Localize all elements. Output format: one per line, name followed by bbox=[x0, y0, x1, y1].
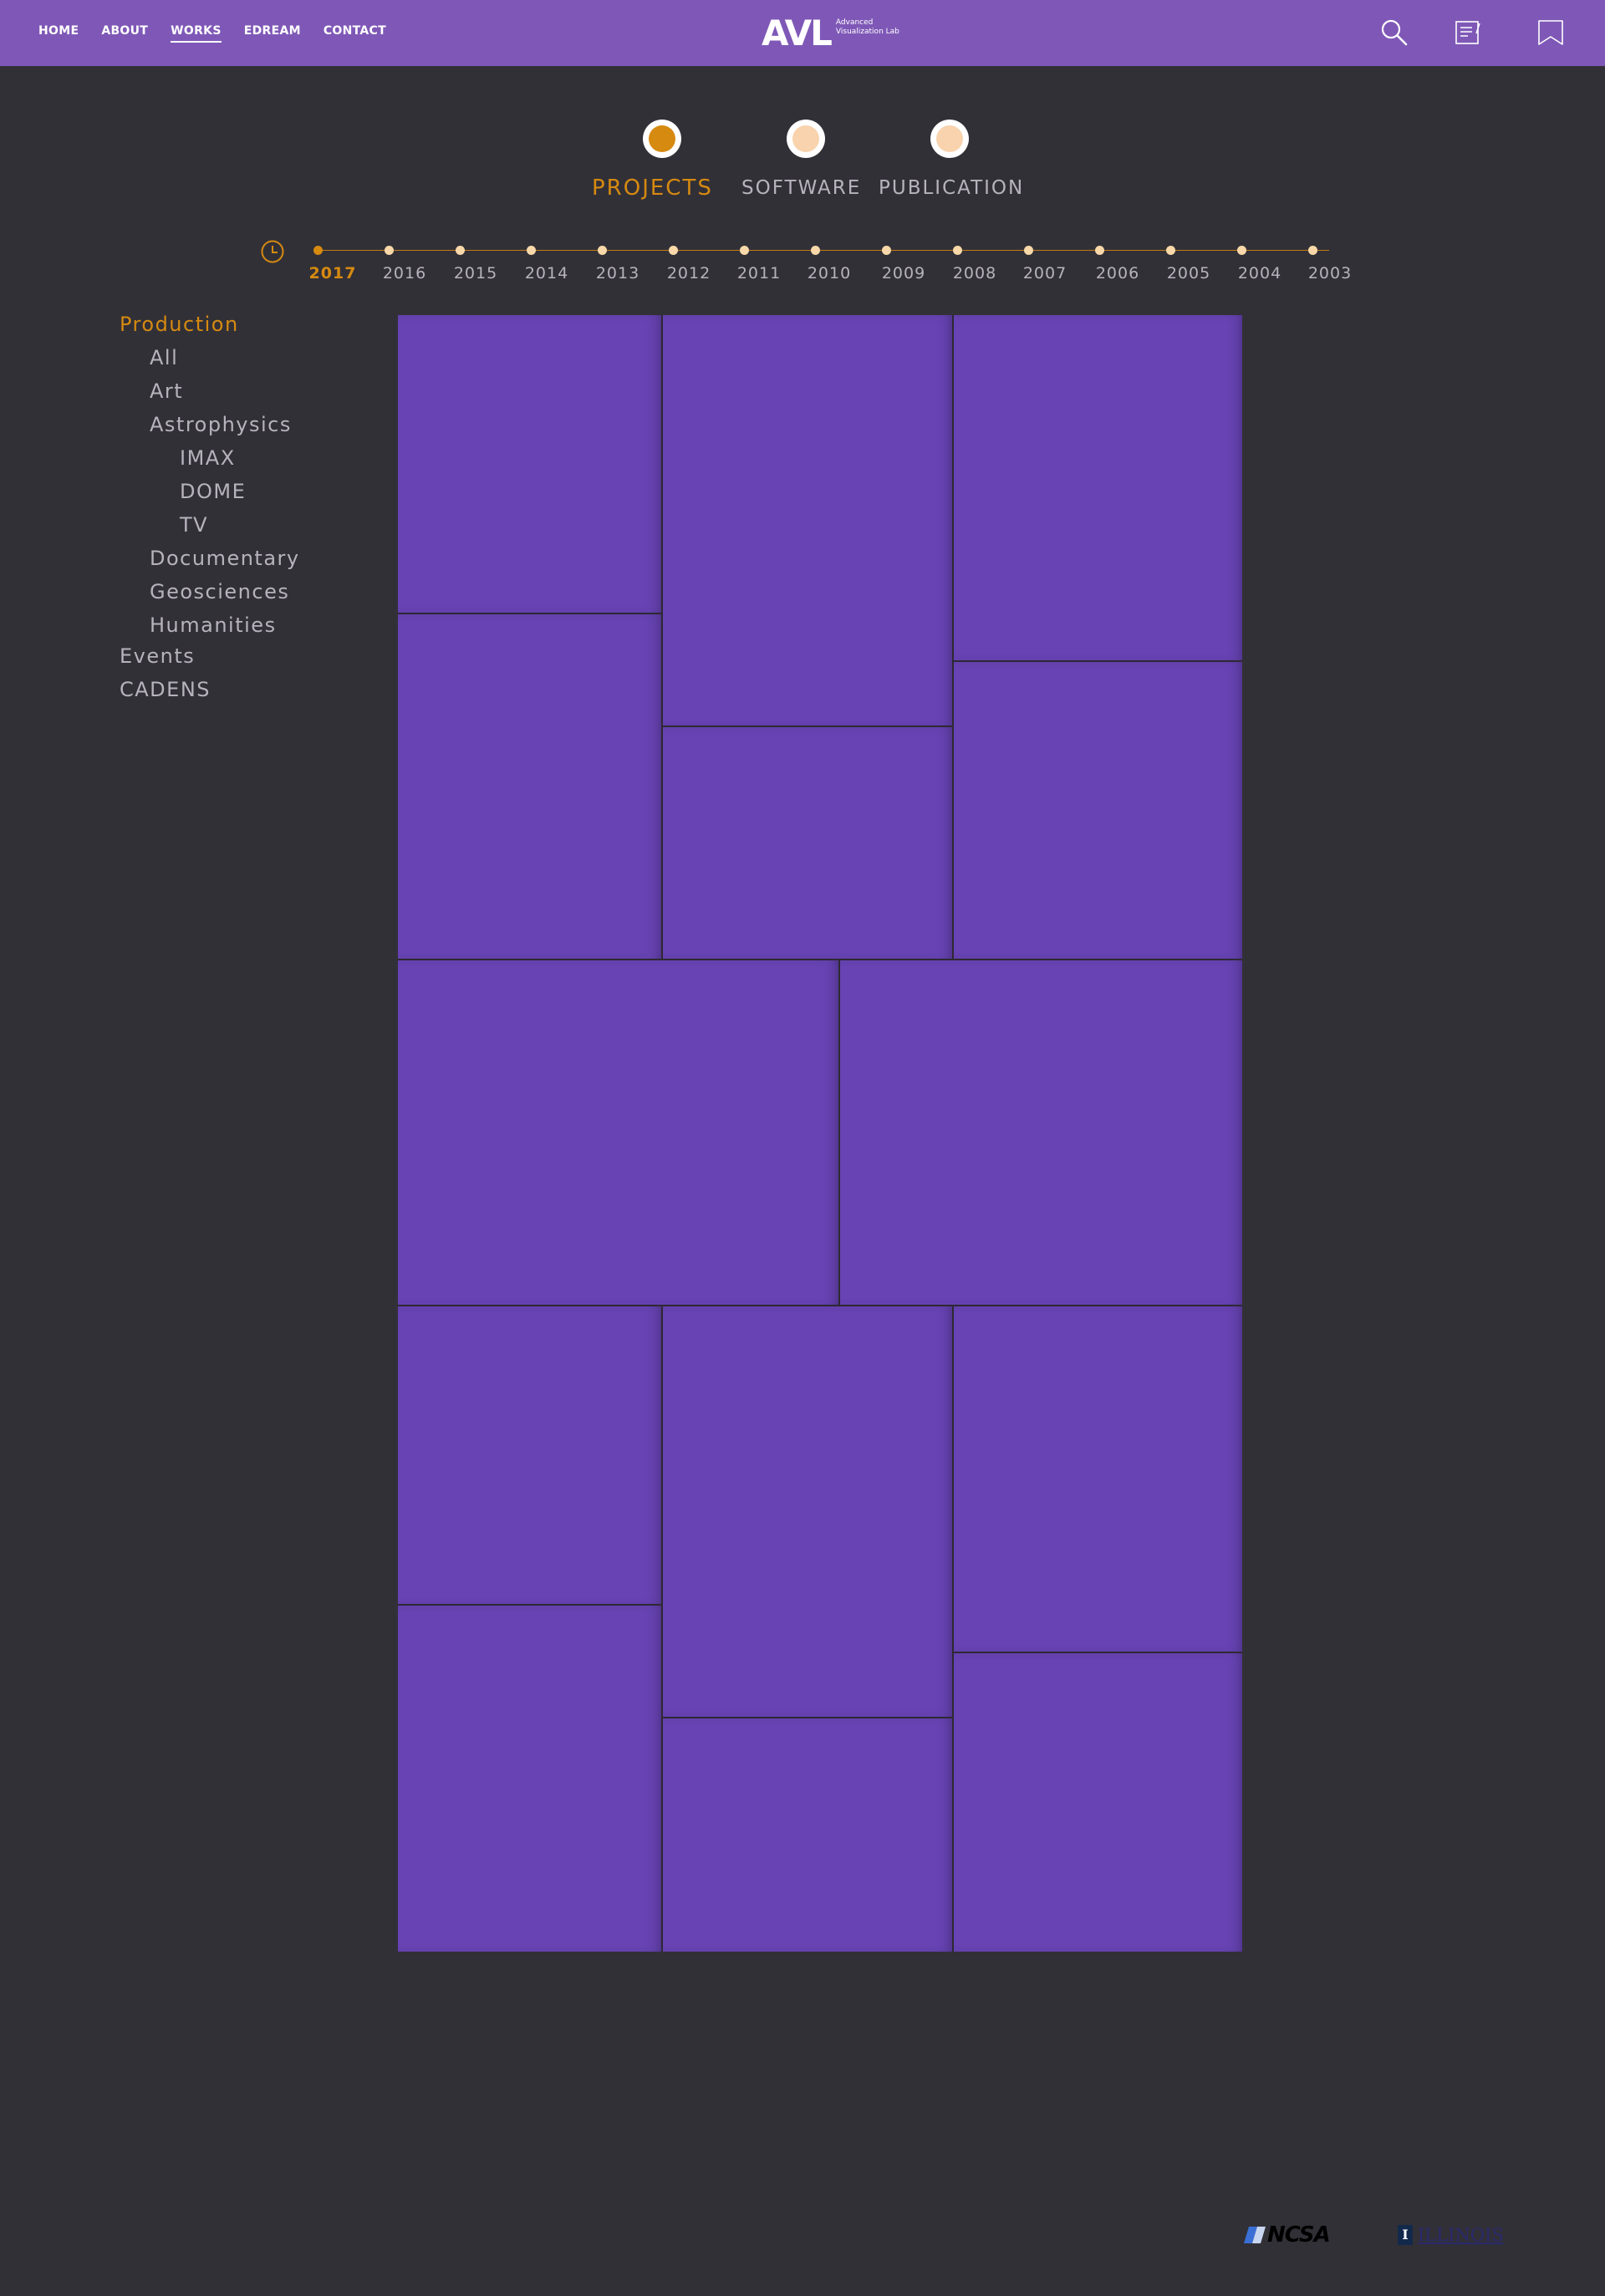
timeline-year-2016[interactable]: 2016 bbox=[375, 264, 434, 283]
project-tile[interactable] bbox=[954, 1306, 1242, 1652]
sidebar-item-geosciences[interactable]: Geosciences bbox=[150, 580, 289, 603]
project-grid bbox=[398, 315, 1242, 1952]
projects-dot[interactable] bbox=[643, 120, 681, 158]
clock-icon bbox=[261, 240, 284, 263]
timeline-track bbox=[318, 250, 1329, 251]
timeline-dot-2007[interactable] bbox=[1024, 246, 1033, 255]
sidebar-item-humanities[interactable]: Humanities bbox=[150, 613, 277, 637]
tab-projects[interactable]: PROJECTS bbox=[592, 176, 713, 201]
sidebar-item-all[interactable]: All bbox=[150, 346, 178, 369]
ncsa-mark-icon bbox=[1244, 2227, 1266, 2243]
logo-subtitle-line1: Advanced bbox=[835, 18, 874, 27]
sidebar-item-production[interactable]: Production bbox=[120, 313, 239, 336]
sidebar-item-astrophysics[interactable]: Astrophysics bbox=[150, 413, 292, 436]
timeline-year-2013[interactable]: 2013 bbox=[588, 264, 647, 283]
timeline-year-2015[interactable]: 2015 bbox=[446, 264, 505, 283]
timeline-dot-2006[interactable] bbox=[1095, 246, 1104, 255]
project-tile[interactable] bbox=[398, 614, 661, 959]
sidebar-item-imax[interactable]: IMAX bbox=[180, 446, 236, 470]
timeline-dot-2009[interactable] bbox=[882, 246, 891, 255]
project-tile[interactable] bbox=[663, 315, 952, 725]
timeline-year-2007[interactable]: 2007 bbox=[1016, 264, 1074, 283]
timeline-dot-2017[interactable] bbox=[313, 246, 323, 255]
nav-contact[interactable]: CONTACT bbox=[324, 24, 386, 43]
bookmark-icon[interactable] bbox=[1536, 18, 1565, 47]
timeline-year-2014[interactable]: 2014 bbox=[517, 264, 576, 283]
project-tile[interactable] bbox=[398, 1606, 661, 1952]
timeline-dot-2016[interactable] bbox=[385, 246, 394, 255]
project-tile[interactable] bbox=[663, 1718, 952, 1952]
notes-icon[interactable] bbox=[1455, 18, 1483, 47]
project-tile[interactable] bbox=[663, 1306, 952, 1717]
tab-software[interactable]: SOFTWARE bbox=[741, 177, 861, 199]
project-tile[interactable] bbox=[398, 315, 661, 613]
illinois-block-i-icon: I bbox=[1398, 2225, 1413, 2245]
timeline-dot-2003[interactable] bbox=[1308, 246, 1317, 255]
timeline-dot-2014[interactable] bbox=[527, 246, 536, 255]
timeline-dot-2015[interactable] bbox=[456, 246, 465, 255]
sidebar-item-documentary[interactable]: Documentary bbox=[150, 547, 300, 570]
sidebar-item-art[interactable]: Art bbox=[150, 379, 183, 403]
project-tile[interactable] bbox=[398, 1306, 661, 1604]
nav-edream[interactable]: EDREAM bbox=[244, 24, 301, 43]
nav-home[interactable]: HOME bbox=[38, 24, 79, 43]
sidebar-item-events[interactable]: Events bbox=[120, 644, 195, 668]
project-tile[interactable] bbox=[954, 662, 1242, 959]
top-navigation-bar: HOME ABOUT WORKS EDREAM CONTACT AVL Adva… bbox=[0, 0, 1605, 66]
timeline-year-2008[interactable]: 2008 bbox=[945, 264, 1004, 283]
timeline-year-2017[interactable]: 2017 bbox=[303, 264, 362, 283]
sidebar-item-tv[interactable]: TV bbox=[180, 513, 208, 537]
timeline-dot-2005[interactable] bbox=[1166, 246, 1175, 255]
main-nav: HOME ABOUT WORKS EDREAM CONTACT bbox=[38, 24, 409, 43]
project-tile[interactable] bbox=[398, 960, 838, 1305]
ncsa-wordmark: NCSA bbox=[1267, 2222, 1331, 2248]
publication-dot[interactable] bbox=[930, 120, 969, 158]
tab-publication[interactable]: PUBLICATION bbox=[879, 177, 1024, 199]
timeline-year-2006[interactable]: 2006 bbox=[1088, 264, 1147, 283]
nav-about[interactable]: ABOUT bbox=[101, 24, 148, 43]
timeline-year-2012[interactable]: 2012 bbox=[660, 264, 718, 283]
timeline-year-2010[interactable]: 2010 bbox=[800, 264, 859, 283]
timeline-dot-2011[interactable] bbox=[740, 246, 749, 255]
nav-works[interactable]: WORKS bbox=[171, 24, 222, 43]
software-dot[interactable] bbox=[787, 120, 825, 158]
project-tile[interactable] bbox=[954, 1653, 1242, 1952]
avl-logo[interactable]: AVL Advanced Visualization Lab bbox=[762, 15, 899, 52]
timeline-dot-2010[interactable] bbox=[811, 246, 820, 255]
project-tile[interactable] bbox=[954, 315, 1242, 660]
timeline-dot-2013[interactable] bbox=[598, 246, 607, 255]
timeline-year-2005[interactable]: 2005 bbox=[1159, 264, 1218, 283]
timeline-dot-2008[interactable] bbox=[953, 246, 962, 255]
logo-subtitle-line2: Visualization Lab bbox=[835, 28, 899, 36]
timeline-dot-2012[interactable] bbox=[669, 246, 678, 255]
search-icon[interactable] bbox=[1380, 18, 1409, 47]
ncsa-logo[interactable]: NCSA bbox=[1244, 2222, 1331, 2248]
illinois-wordmark: ILLINOIS bbox=[1418, 2225, 1504, 2245]
logo-subtitle: Advanced Visualization Lab bbox=[836, 18, 899, 37]
project-tile[interactable] bbox=[663, 727, 952, 959]
timeline-year-2009[interactable]: 2009 bbox=[874, 264, 933, 283]
timeline-year-2003[interactable]: 2003 bbox=[1301, 264, 1359, 283]
timeline-dot-2004[interactable] bbox=[1237, 246, 1246, 255]
timeline-year-2004[interactable]: 2004 bbox=[1230, 264, 1289, 283]
sidebar-item-cadens[interactable]: CADENS bbox=[120, 678, 211, 701]
project-tile[interactable] bbox=[840, 960, 1242, 1305]
timeline-year-2011[interactable]: 2011 bbox=[730, 264, 788, 283]
illinois-logo[interactable]: I ILLINOIS bbox=[1398, 2223, 1504, 2247]
sidebar-item-dome[interactable]: DOME bbox=[180, 480, 246, 503]
logo-mark: AVL bbox=[762, 13, 833, 53]
